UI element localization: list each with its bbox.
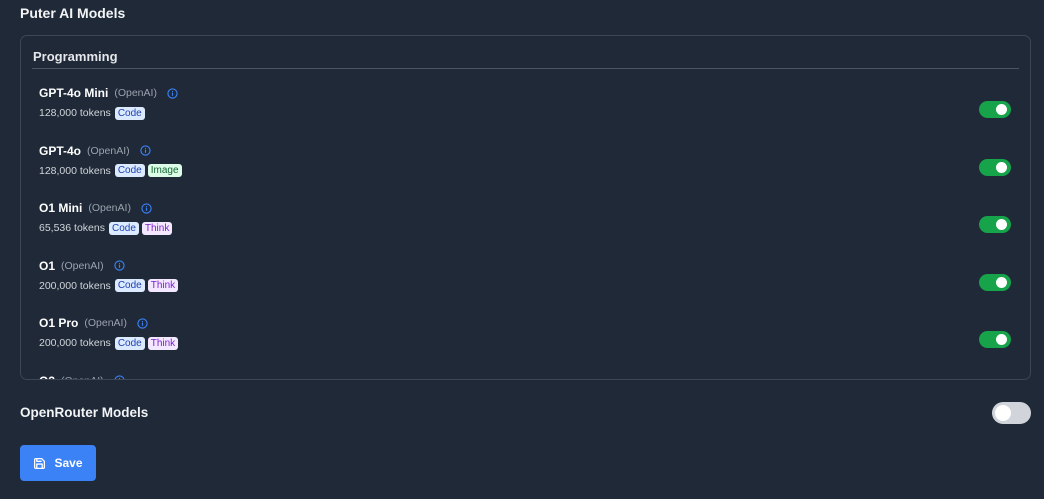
- think-badge: Think: [141, 221, 173, 235]
- info-icon[interactable]: [113, 260, 125, 271]
- category-label: Programming: [33, 49, 118, 64]
- model-provider: (OpenAI): [114, 87, 157, 99]
- settings-page: Puter AI Models Programming GPT-4o Mini (…: [0, 0, 1044, 499]
- model-name: GPT-4o: [39, 143, 82, 158]
- model-meta: 200,000 tokens Code Think: [39, 335, 1030, 351]
- model-name-line: O1 Pro (OpenAI): [39, 311, 1030, 330]
- toggle-knob: [996, 161, 1007, 173]
- toggle-knob: [996, 334, 1007, 345]
- section-title: Puter AI Models: [20, 5, 126, 21]
- model-row: GPT-4o Mini (OpenAI) 128,000 tokens Code: [21, 81, 1030, 139]
- model-name-line: GPT-4o Mini (OpenAI): [39, 81, 1030, 100]
- image-badge: Image: [147, 164, 182, 177]
- openrouter-toggle[interactable]: [992, 402, 1031, 424]
- model-toggle[interactable]: [979, 158, 1011, 176]
- model-row: GPT-4o (OpenAI) 128,000 tokens Code Image: [21, 139, 1030, 197]
- model-tokens: 200,000 tokens: [39, 279, 111, 292]
- model-row: O3 (OpenAI): [21, 369, 1030, 380]
- model-toggle[interactable]: [979, 216, 1011, 233]
- code-badge: Code: [114, 279, 145, 292]
- category-header: Programming: [32, 49, 1019, 69]
- model-name-line: O1 (OpenAI): [39, 254, 1030, 273]
- info-icon[interactable]: [137, 317, 148, 329]
- models-panel[interactable]: Programming GPT-4o Mini (OpenAI) 128,000 t…: [20, 35, 1031, 380]
- model-meta: 200,000 tokens Code Think: [39, 278, 1030, 294]
- model-toggle[interactable]: [979, 101, 1011, 118]
- model-name: O1 Pro: [39, 316, 79, 330]
- model-name: O1 Mini: [39, 201, 83, 215]
- model-tokens: 128,000 tokens: [39, 107, 111, 119]
- code-badge: Code: [114, 336, 145, 350]
- save-icon: [34, 457, 46, 469]
- info-icon[interactable]: [141, 202, 152, 214]
- info-icon[interactable]: [139, 145, 151, 156]
- model-tokens: 65,536 tokens: [39, 222, 105, 234]
- model-name: O3: [39, 374, 55, 380]
- model-row: O1 Mini (OpenAI) 65,536 tokens Code Think: [21, 196, 1030, 254]
- toggle-knob: [995, 405, 1011, 421]
- model-meta: 128,000 tokens Code: [39, 105, 1030, 121]
- toggle-knob: [996, 276, 1007, 288]
- info-icon[interactable]: [114, 375, 125, 379]
- model-name: GPT-4o Mini: [39, 86, 109, 100]
- model-toggle[interactable]: [979, 273, 1011, 291]
- model-name-line: O3 (OpenAI): [39, 369, 1030, 380]
- model-provider: (OpenAI): [61, 259, 104, 272]
- toggle-knob: [996, 219, 1007, 230]
- model-name: O1: [39, 258, 56, 273]
- model-row: O1 (OpenAI) 200,000 tokens Code Think: [21, 254, 1030, 312]
- code-badge: Code: [108, 221, 139, 235]
- model-tokens: 200,000 tokens: [39, 337, 111, 349]
- model-toggle[interactable]: [979, 331, 1011, 348]
- model-list: GPT-4o Mini (OpenAI) 128,000 tokens Code GPT…: [21, 81, 1030, 380]
- model-name-line: GPT-4o (OpenAI): [39, 139, 1030, 158]
- code-badge: Code: [114, 164, 145, 177]
- model-provider: (OpenAI): [61, 375, 104, 380]
- save-label: Save: [54, 456, 83, 470]
- model-provider: (OpenAI): [88, 202, 131, 214]
- info-icon[interactable]: [167, 87, 178, 99]
- model-meta: 128,000 tokens Code Image: [39, 163, 1030, 179]
- model-provider: (OpenAI): [84, 317, 127, 329]
- think-badge: Think: [147, 336, 179, 350]
- model-provider: (OpenAI): [87, 144, 130, 157]
- think-badge: Think: [147, 279, 179, 292]
- model-meta: 65,536 tokens Code Think: [39, 220, 1030, 236]
- model-row: O1 Pro (OpenAI) 200,000 tokens Code Think: [21, 311, 1030, 369]
- save-button[interactable]: Save: [20, 445, 96, 481]
- model-tokens: 128,000 tokens: [39, 164, 111, 177]
- toggle-knob: [996, 104, 1007, 115]
- model-name-line: O1 Mini (OpenAI): [39, 196, 1030, 215]
- code-badge: Code: [114, 106, 145, 120]
- openrouter-title: OpenRouter Models: [20, 405, 149, 420]
